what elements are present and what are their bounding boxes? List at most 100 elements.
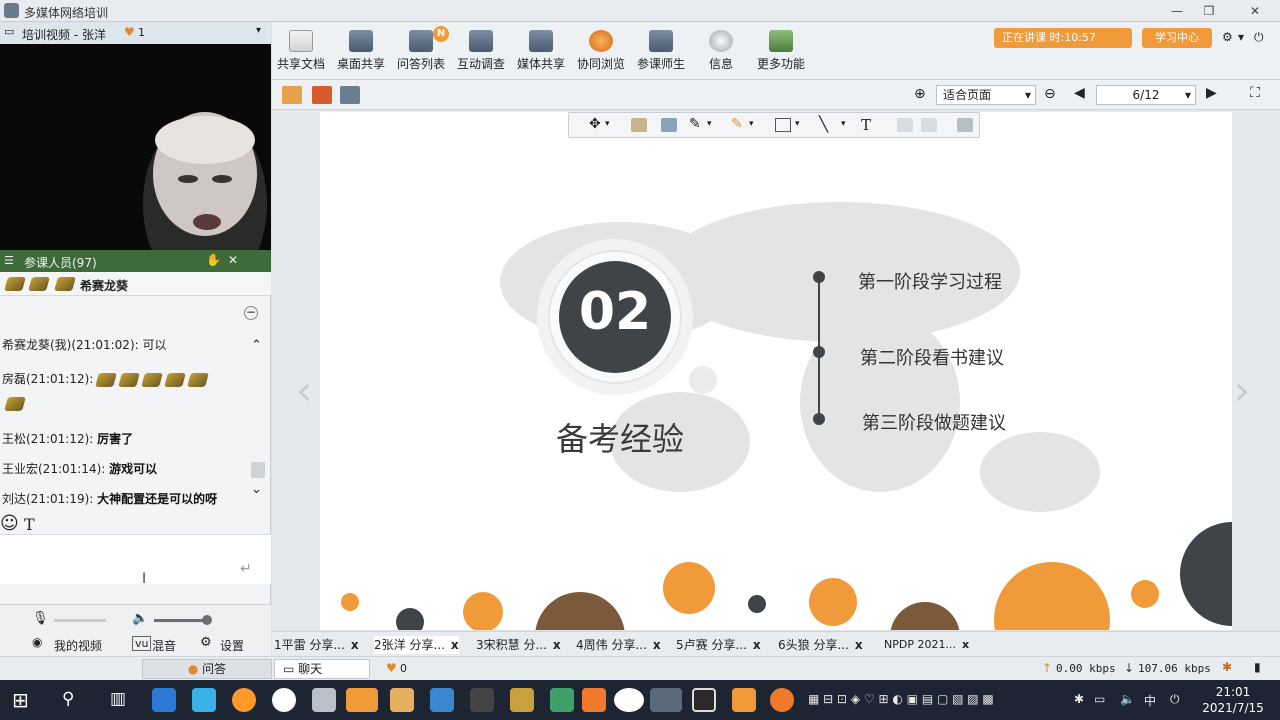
redo-icon[interactable] [921, 118, 937, 132]
like-icon[interactable]: ♥ [386, 661, 397, 675]
my-video-button[interactable]: 我的视频 [54, 637, 102, 654]
close-tab-icon[interactable]: x [855, 638, 863, 652]
whiteboard-icon[interactable] [340, 86, 360, 104]
mic-icon[interactable]: 🎙 [32, 611, 49, 626]
app-icon[interactable] [232, 688, 256, 712]
chevron-down-icon[interactable]: ▾ [707, 119, 712, 129]
learning-center-button[interactable]: 学习中心 [1142, 28, 1212, 48]
folder-icon[interactable] [390, 688, 414, 712]
more-button[interactable]: 更多功能 [752, 28, 810, 78]
security-icon[interactable] [430, 688, 454, 712]
chevron-down-icon[interactable]: ▾ [795, 119, 800, 129]
chevron-down-icon[interactable]: ▾ [841, 119, 846, 129]
chevron-down-icon[interactable]: ▾ [605, 119, 610, 129]
qq-browser-icon[interactable] [192, 688, 216, 712]
chat-app-icon[interactable] [614, 688, 644, 712]
zoom-out-icon[interactable]: ⊖ [1044, 86, 1056, 102]
tab-qa[interactable]: ● 问答 [142, 659, 272, 679]
chat-scrollbar[interactable] [251, 462, 265, 478]
chevron-down-icon[interactable]: ▾ [749, 119, 754, 129]
text-format-button[interactable]: T [24, 515, 35, 534]
eraser-icon[interactable] [631, 118, 647, 132]
prev-slide-arrow[interactable]: ‹ [296, 368, 312, 414]
collapse-icon[interactable]: − [244, 306, 258, 320]
file-tab-active[interactable]: 2张洋 分享... x [374, 636, 459, 654]
speaker-volume-knob[interactable] [202, 615, 212, 625]
zoom-select[interactable]: 适合页面 ▾ [936, 85, 1036, 105]
smiley-icon[interactable]: ☺ [0, 513, 19, 534]
send-icon[interactable]: ↵ [240, 561, 252, 577]
chrome-icon[interactable] [272, 688, 296, 712]
survey-button[interactable]: 互动调查 [452, 28, 510, 78]
file-tab[interactable]: NPDP 2021... x [884, 636, 969, 654]
chat-input[interactable]: I ↵ [0, 534, 271, 587]
gear-icon[interactable]: ⚙ [200, 635, 212, 650]
info-button[interactable]: 信息 [692, 28, 750, 78]
app-icon[interactable] [650, 688, 682, 712]
mic-volume-slider[interactable] [54, 619, 106, 622]
settings-gear-icon[interactable]: ⚙ [1222, 30, 1233, 44]
save-annotation-icon[interactable] [957, 118, 973, 132]
my-video-icon[interactable]: ◉ [32, 635, 42, 649]
app-icon[interactable] [692, 688, 716, 712]
file-tab[interactable]: 6头狼 分享... x [778, 636, 863, 654]
app-icon[interactable] [550, 688, 574, 712]
search-icon[interactable]: ⚲ [62, 689, 74, 709]
task-view-icon[interactable]: ▥ [110, 689, 126, 709]
participants-button[interactable]: 参课师生 [632, 28, 690, 78]
training-app-icon[interactable] [346, 688, 378, 712]
power-icon[interactable]: ⏻ [1170, 692, 1180, 707]
open-file-icon[interactable] [282, 86, 302, 104]
close-tab-icon[interactable]: x [351, 638, 359, 652]
close-tab-icon[interactable]: x [553, 638, 561, 652]
speaker-icon[interactable]: 🔈 [132, 611, 148, 626]
add-file-icon[interactable] [312, 86, 332, 104]
clear-icon[interactable] [661, 118, 677, 132]
scroll-up-icon[interactable]: ⌃ [251, 338, 262, 353]
prev-page-button[interactable]: ◀ [1074, 85, 1085, 101]
mix-button[interactable]: 混音 [152, 637, 176, 654]
file-tab[interactable]: 3宋积慧 分... x [476, 636, 561, 654]
window-menu-icon[interactable]: ▾ [1238, 30, 1244, 44]
app-icon[interactable] [732, 688, 756, 712]
pointer-icon[interactable]: ✥ [589, 116, 601, 132]
close-tab-icon[interactable]: x [451, 638, 459, 652]
scroll-down-icon[interactable]: ⌄ [251, 482, 262, 497]
highlighter-icon[interactable]: ✎ [731, 116, 743, 132]
volume-icon[interactable]: 🔈 [1120, 692, 1135, 706]
attendees-count[interactable]: 参课人员(97) [24, 254, 97, 271]
ie-browser-icon[interactable] [152, 688, 176, 712]
bug-icon[interactable]: ✱ [1222, 660, 1232, 674]
close-tab-icon[interactable]: x [753, 638, 761, 652]
mute-all-icon[interactable]: ✕ [228, 253, 238, 267]
input-method[interactable]: 中 [1144, 692, 1156, 709]
close-button[interactable]: ✕ [1244, 2, 1266, 20]
media-share-button[interactable]: 媒体共享 [512, 28, 570, 78]
network-icon[interactable]: ▭ [1094, 692, 1105, 706]
file-tab[interactable]: 1平雷 分享... x [274, 636, 359, 654]
tab-chat[interactable]: ▭ 聊天 [274, 659, 370, 679]
text-tool-icon[interactable]: T [861, 116, 871, 134]
raise-hand-icon[interactable]: ✋ [206, 253, 221, 267]
next-slide-arrow[interactable]: › [1234, 368, 1250, 414]
close-tab-icon[interactable]: x [653, 638, 661, 652]
share-doc-button[interactable]: 共享文档 [272, 28, 330, 78]
clock[interactable]: 21:01 2021/7/15 [1190, 684, 1276, 716]
files-icon[interactable] [312, 688, 336, 712]
settings-button[interactable]: 设置 [220, 637, 244, 654]
co-browse-button[interactable]: 协同浏览 [572, 28, 630, 78]
file-tab[interactable]: 4周伟 分享... x [576, 636, 661, 654]
maximize-button[interactable]: ❐ [1198, 2, 1220, 20]
mix-icon[interactable]: vu [132, 636, 152, 651]
undo-icon[interactable] [897, 118, 913, 132]
minimize-button[interactable]: — [1166, 2, 1188, 20]
pen-icon[interactable]: ✎ [689, 116, 701, 132]
tray-icons[interactable]: ▦ ⊟ ⊡ ◈ ♡ ⊞ ◐ ▣ ▤ ▢ ▧ ▨ ▩ [808, 692, 994, 706]
exit-icon[interactable]: ⏻ [1254, 30, 1264, 45]
speaker-volume-slider[interactable] [154, 619, 204, 622]
page-select[interactable]: 6/12 ▾ [1096, 85, 1196, 105]
video-menu-icon[interactable]: ▾ [256, 25, 261, 36]
zoom-in-icon[interactable]: ⊕ [914, 86, 926, 102]
rectangle-icon[interactable] [775, 118, 791, 132]
bluetooth-icon[interactable]: ✱ [1074, 692, 1084, 706]
